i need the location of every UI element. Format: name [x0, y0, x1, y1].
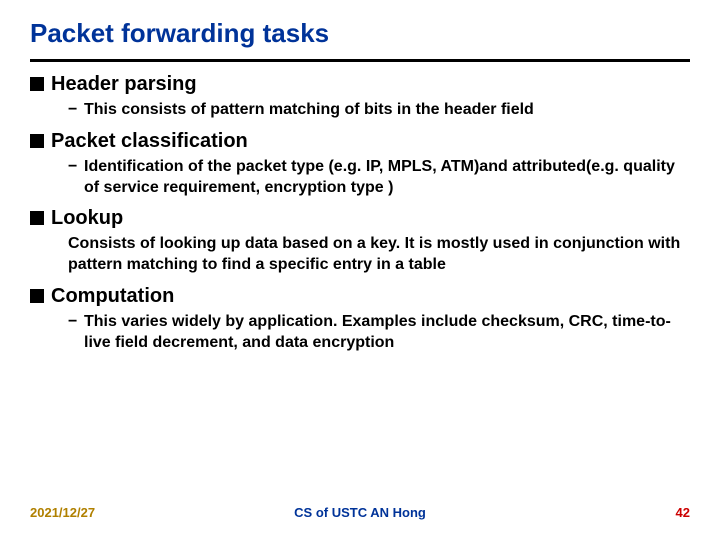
item-heading: Lookup — [51, 206, 123, 231]
bullet-item: Header parsing − This consists of patter… — [30, 72, 690, 121]
sub-row: − This consists of pattern matching of b… — [68, 100, 690, 121]
item-heading: Header parsing — [51, 72, 197, 97]
square-bullet-icon — [30, 289, 44, 303]
footer-page-number: 42 — [676, 505, 690, 520]
sub-row: − Identification of the packet type (e.g… — [68, 157, 690, 199]
dash-bullet-icon: − — [68, 100, 82, 121]
sub-text: This varies widely by application. Examp… — [84, 312, 690, 354]
bullet-row: Packet classification — [30, 129, 690, 154]
footer: 2021/12/27 CS of USTC AN Hong 42 — [0, 505, 720, 520]
footer-center: CS of USTC AN Hong — [294, 505, 426, 520]
square-bullet-icon — [30, 77, 44, 91]
bullet-item: Computation − This varies widely by appl… — [30, 284, 690, 354]
sub-text: This consists of pattern matching of bit… — [84, 100, 534, 121]
dash-bullet-icon: − — [68, 312, 82, 333]
bullet-row: Header parsing — [30, 72, 690, 97]
footer-date: 2021/12/27 — [30, 505, 95, 520]
square-bullet-icon — [30, 134, 44, 148]
sub-item: − Identification of the packet type (e.g… — [30, 157, 690, 199]
bullet-row: Lookup — [30, 206, 690, 231]
sub-row: − This varies widely by application. Exa… — [68, 312, 690, 354]
sub-item: Consists of looking up data based on a k… — [30, 234, 690, 276]
bullet-row: Computation — [30, 284, 690, 309]
bullet-item: Packet classification − Identification o… — [30, 129, 690, 199]
dash-bullet-icon: − — [68, 157, 82, 178]
title-divider — [30, 59, 690, 62]
sub-item: − This consists of pattern matching of b… — [30, 100, 690, 121]
slide-title: Packet forwarding tasks — [30, 18, 690, 49]
slide: Packet forwarding tasks Header parsing −… — [0, 0, 720, 540]
sub-text: Consists of looking up data based on a k… — [68, 234, 690, 276]
bullet-item: Lookup Consists of looking up data based… — [30, 206, 690, 276]
item-heading: Computation — [51, 284, 174, 309]
sub-text: Identification of the packet type (e.g. … — [84, 157, 690, 199]
item-heading: Packet classification — [51, 129, 248, 154]
sub-item: − This varies widely by application. Exa… — [30, 312, 690, 354]
square-bullet-icon — [30, 211, 44, 225]
